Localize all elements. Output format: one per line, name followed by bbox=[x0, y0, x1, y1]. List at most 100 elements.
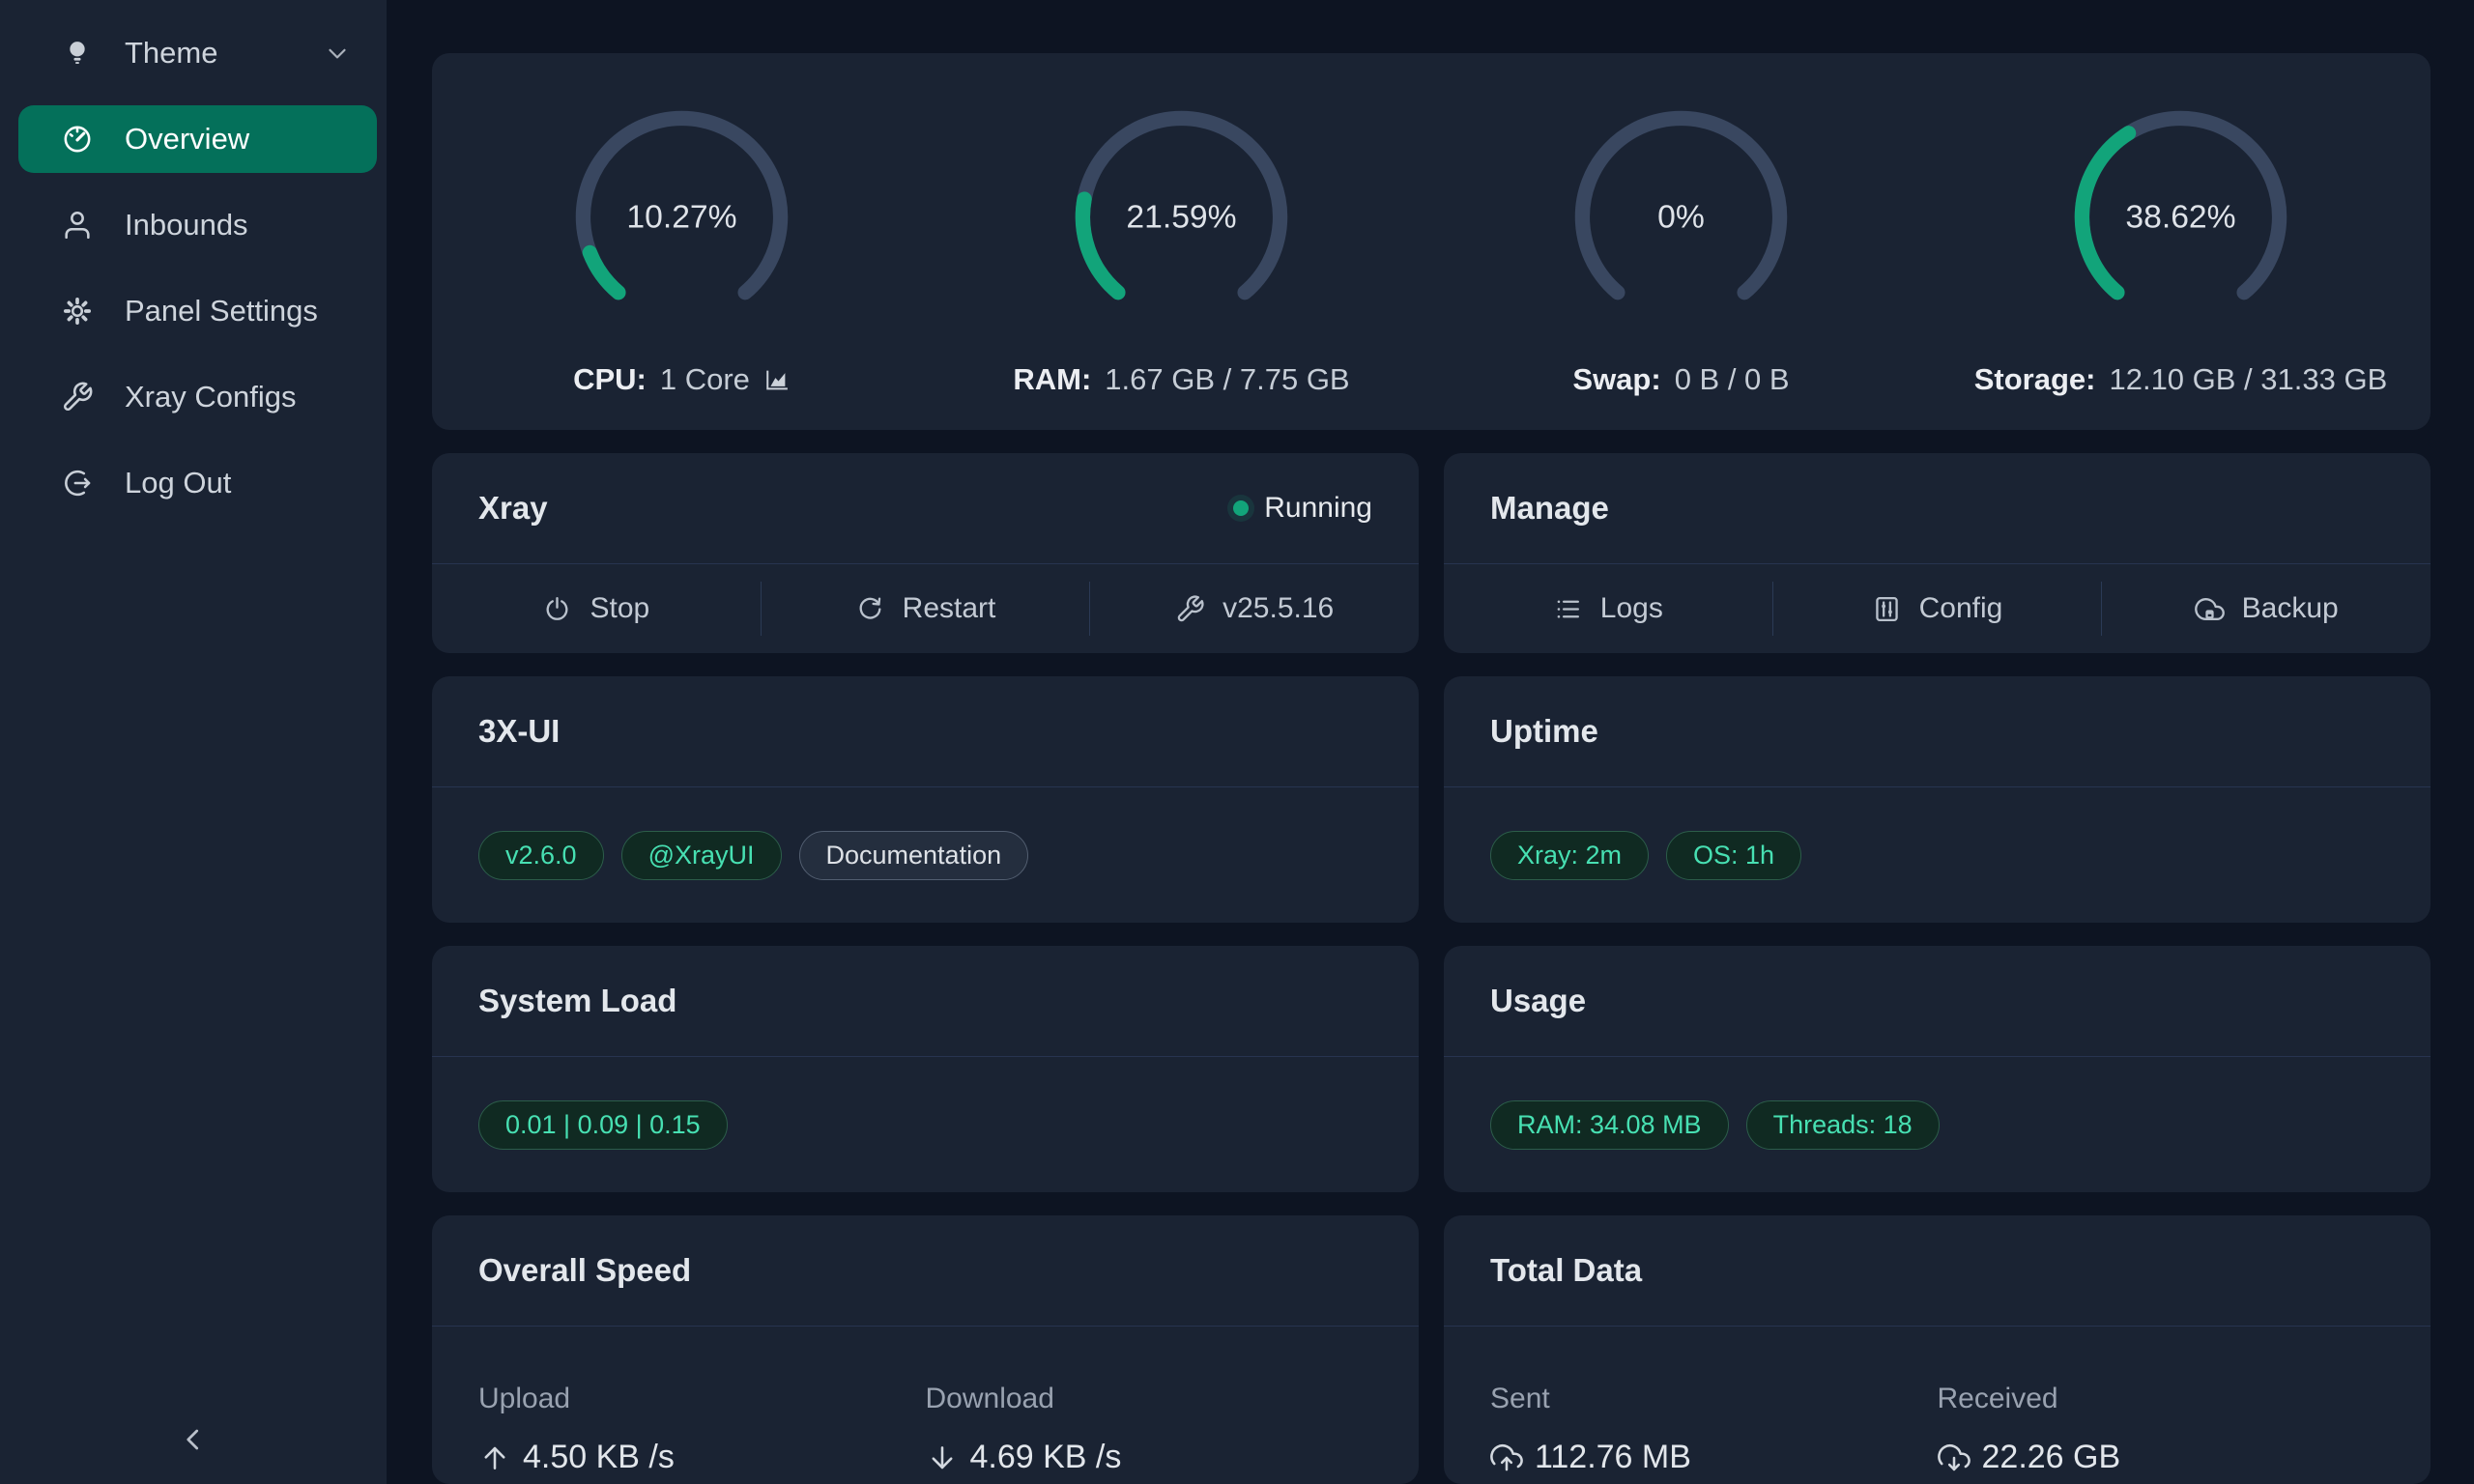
card-title: Uptime bbox=[1490, 713, 1598, 750]
documentation-badge[interactable]: Documentation bbox=[799, 831, 1029, 880]
cloud-upload-icon bbox=[1490, 1441, 1523, 1474]
config-button[interactable]: Config bbox=[1773, 564, 2102, 653]
os-uptime-badge: OS: 1h bbox=[1666, 831, 1801, 880]
area-chart-icon[interactable] bbox=[762, 365, 791, 394]
backup-button[interactable]: Backup bbox=[2102, 564, 2431, 653]
wrench-icon bbox=[1175, 594, 1205, 624]
gauge-caption-key: CPU: bbox=[573, 362, 647, 397]
gauge-caption-value: 12.10 GB / 31.33 GB bbox=[2109, 362, 2387, 397]
system-gauges-card: 10.27% CPU: 1 Core 21.59% RAM: 1.67 GB /… bbox=[432, 53, 2431, 430]
gauge-percent: 38.62% bbox=[2125, 199, 2235, 235]
gauge-caption: RAM: 1.67 GB / 7.75 GB bbox=[1013, 362, 1349, 397]
telegram-badge[interactable]: @XrayUI bbox=[621, 831, 782, 880]
sidebar-item-panel-settings[interactable]: Panel Settings bbox=[18, 277, 377, 345]
sidebar-item-overview[interactable]: Overview bbox=[18, 105, 377, 173]
ram-usage-badge: RAM: 34.08 MB bbox=[1490, 1100, 1729, 1150]
sidebar-item-label: Panel Settings bbox=[125, 294, 352, 328]
gauge-caption-key: Storage: bbox=[1974, 362, 2096, 397]
stat-label: Upload bbox=[478, 1383, 926, 1415]
sidebar-item-label: Log Out bbox=[125, 466, 352, 500]
usage-card: Usage RAM: 34.08 MB Threads: 18 bbox=[1444, 946, 2431, 1192]
restart-label: Restart bbox=[903, 592, 996, 625]
xui-card: 3X-UI v2.6.0 @XrayUI Documentation bbox=[432, 676, 1419, 923]
stat-value: 4.69 KB /s bbox=[970, 1439, 1122, 1476]
upload-stat: Upload 4.50 KB /s bbox=[478, 1383, 926, 1476]
system-load-card: System Load 0.01 | 0.09 | 0.15 bbox=[432, 946, 1419, 1192]
stop-label: Stop bbox=[590, 592, 649, 625]
sidebar-item-logout[interactable]: Log Out bbox=[18, 449, 377, 517]
sidebar-item-label: Inbounds bbox=[125, 208, 352, 243]
card-title: Usage bbox=[1490, 983, 1586, 1019]
gauge-caption: CPU: 1 Core bbox=[573, 362, 791, 397]
logout-icon bbox=[61, 467, 94, 499]
sidebar-item-label: Theme bbox=[125, 36, 323, 71]
download-stat: Download 4.69 KB /s bbox=[926, 1383, 1373, 1476]
xray-card: Xray Running Stop Restart bbox=[432, 453, 1419, 653]
status-dot bbox=[1233, 500, 1249, 516]
overall-speed-card: Overall Speed Upload 4.50 KB /s Download… bbox=[432, 1215, 1419, 1484]
gauge-cpu: 10.27% CPU: 1 Core bbox=[432, 87, 932, 397]
cloud-backup-icon bbox=[2195, 594, 2225, 624]
stop-button[interactable]: Stop bbox=[432, 564, 761, 653]
gauge-ram: 21.59% RAM: 1.67 GB / 7.75 GB bbox=[932, 87, 1431, 397]
stat-label: Sent bbox=[1490, 1383, 1938, 1415]
gauge-caption: Swap: 0 B / 0 B bbox=[1572, 362, 1789, 397]
gear-icon bbox=[61, 295, 94, 328]
gauge-caption-value: 1.67 GB / 7.75 GB bbox=[1105, 362, 1349, 397]
wrench-icon bbox=[61, 381, 94, 414]
restart-button[interactable]: Restart bbox=[762, 564, 1090, 653]
logs-label: Logs bbox=[1600, 592, 1663, 625]
threads-badge: Threads: 18 bbox=[1746, 1100, 1940, 1150]
sent-stat: Sent 112.76 MB bbox=[1490, 1383, 1938, 1476]
arrow-down-icon bbox=[926, 1441, 959, 1474]
xray-version-label: v25.5.16 bbox=[1223, 592, 1334, 625]
swap-gauge-arc: 0% bbox=[1563, 99, 1799, 335]
gauge-percent: 10.27% bbox=[626, 199, 736, 235]
xray-version-button[interactable]: v25.5.16 bbox=[1090, 564, 1419, 653]
gauge-swap: 0% Swap: 0 B / 0 B bbox=[1431, 87, 1931, 397]
main-content: 10.27% CPU: 1 Core 21.59% RAM: 1.67 GB /… bbox=[387, 0, 2474, 1484]
gauge-caption: Storage: 12.10 GB / 31.33 GB bbox=[1974, 362, 2388, 397]
chevron-left-icon bbox=[176, 1422, 211, 1457]
xray-status: Running bbox=[1233, 492, 1372, 525]
version-badge[interactable]: v2.6.0 bbox=[478, 831, 604, 880]
card-title: 3X-UI bbox=[478, 713, 560, 750]
list-icon bbox=[1553, 594, 1583, 624]
gauge-caption-key: Swap: bbox=[1572, 362, 1660, 397]
cpu-gauge-arc: 10.27% bbox=[563, 99, 800, 335]
gauge-caption-key: RAM: bbox=[1013, 362, 1091, 397]
restart-icon bbox=[855, 594, 885, 624]
total-data-card: Total Data Sent 112.76 MB Received 22.26… bbox=[1444, 1215, 2431, 1484]
received-stat: Received 22.26 GB bbox=[1938, 1383, 2385, 1476]
sidebar: Theme Overview Inbounds Panel Settings X… bbox=[0, 0, 387, 1484]
stat-value: 4.50 KB /s bbox=[523, 1439, 675, 1476]
sidebar-collapse-button[interactable] bbox=[0, 1422, 387, 1457]
gauge-caption-value: 1 Core bbox=[660, 362, 750, 397]
sidebar-item-label: Overview bbox=[125, 122, 352, 157]
cloud-download-icon bbox=[1938, 1441, 1971, 1474]
stat-value: 22.26 GB bbox=[1982, 1439, 2121, 1476]
gauge-percent: 0% bbox=[1657, 199, 1705, 235]
card-title: Total Data bbox=[1490, 1252, 1642, 1289]
config-label: Config bbox=[1919, 592, 2003, 625]
power-icon bbox=[542, 594, 572, 624]
arrow-up-icon bbox=[478, 1441, 511, 1474]
chevron-down-icon bbox=[323, 39, 352, 68]
card-title: Xray bbox=[478, 490, 548, 527]
logs-button[interactable]: Logs bbox=[1444, 564, 1772, 653]
card-title: Overall Speed bbox=[478, 1252, 691, 1289]
backup-label: Backup bbox=[2242, 592, 2339, 625]
stat-value: 112.76 MB bbox=[1535, 1439, 1691, 1476]
stat-label: Received bbox=[1938, 1383, 2385, 1415]
sidebar-item-theme[interactable]: Theme bbox=[18, 19, 377, 87]
ram-gauge-arc: 21.59% bbox=[1063, 99, 1300, 335]
gauge-caption-value: 0 B / 0 B bbox=[1675, 362, 1790, 397]
load-average-badge: 0.01 | 0.09 | 0.15 bbox=[478, 1100, 728, 1150]
manage-card: Manage Logs Config Backup bbox=[1444, 453, 2431, 653]
sidebar-item-xray-configs[interactable]: Xray Configs bbox=[18, 363, 377, 431]
card-title: System Load bbox=[478, 983, 676, 1019]
gauge-percent: 21.59% bbox=[1126, 199, 1236, 235]
sidebar-item-inbounds[interactable]: Inbounds bbox=[18, 191, 377, 259]
gauge-storage: 38.62% Storage: 12.10 GB / 31.33 GB bbox=[1931, 87, 2431, 397]
stat-label: Download bbox=[926, 1383, 1373, 1415]
